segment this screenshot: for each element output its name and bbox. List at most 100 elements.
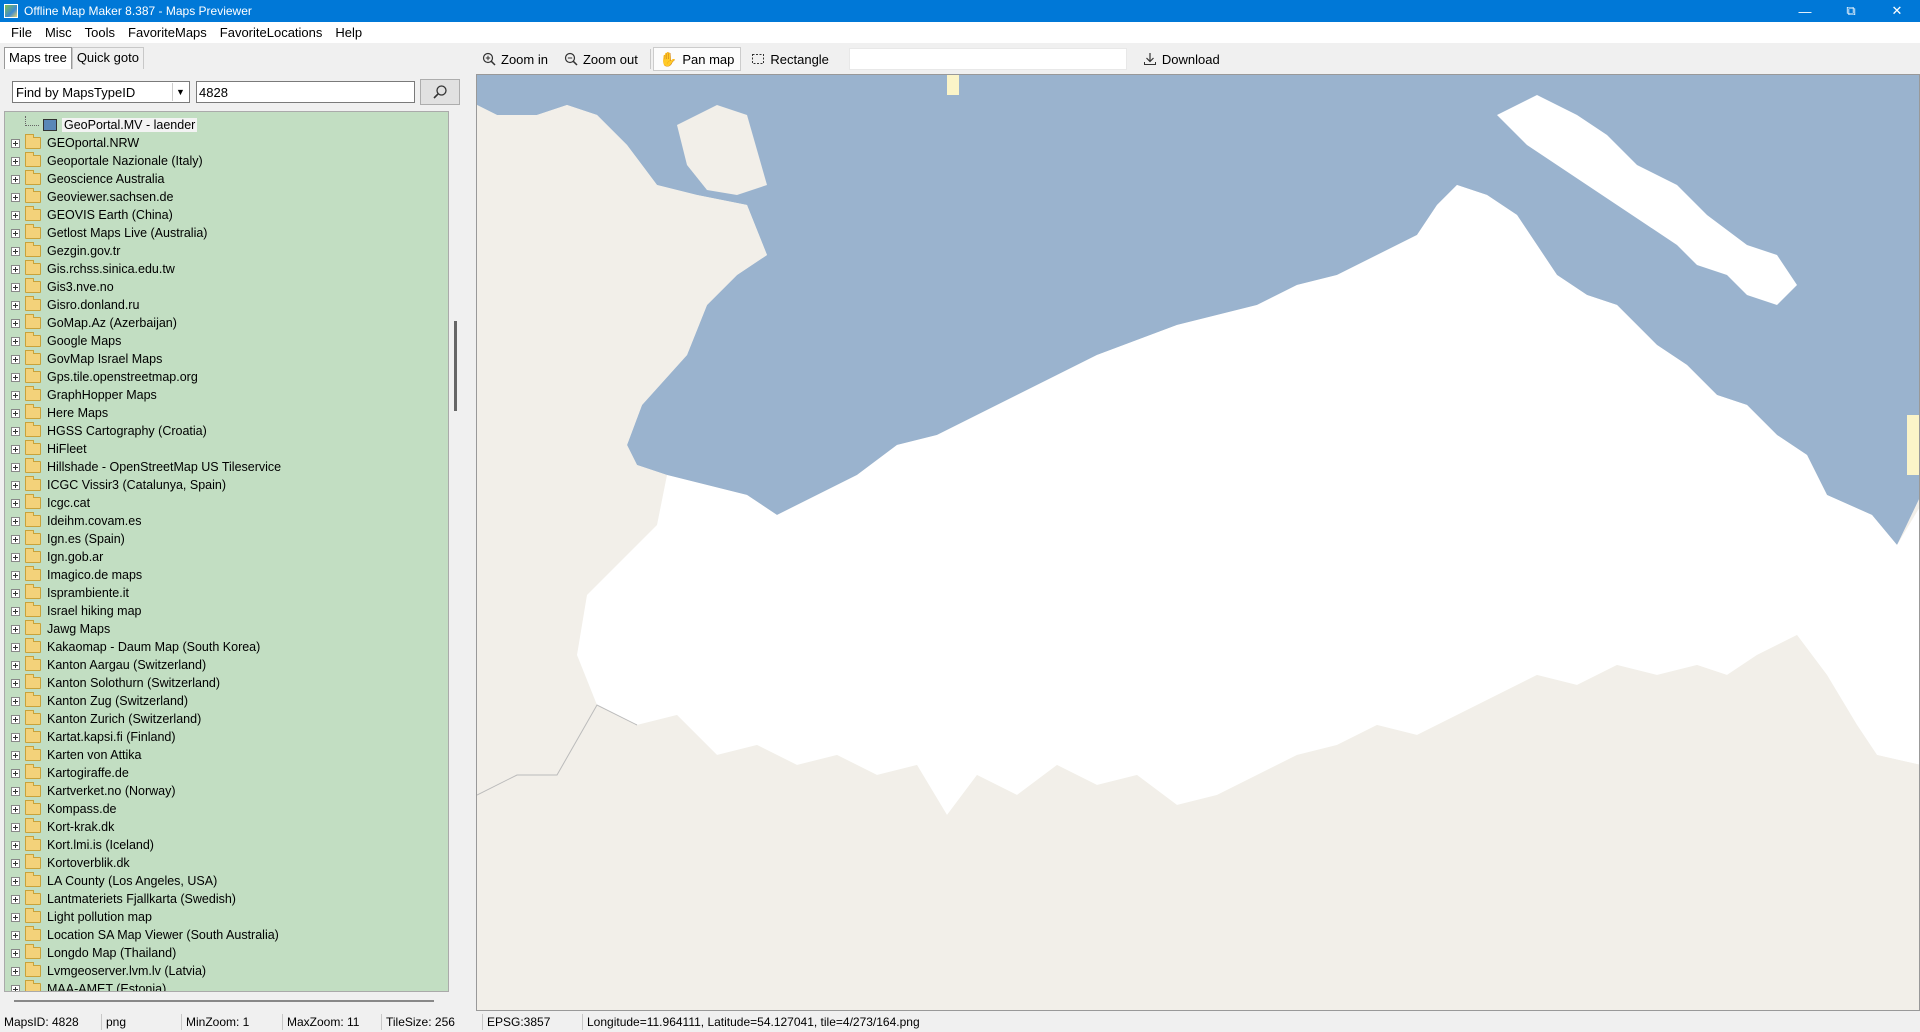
expand-icon[interactable] [11, 894, 20, 904]
expand-icon[interactable] [11, 552, 20, 562]
tree-item[interactable]: Kort.lmi.is (Iceland) [5, 836, 154, 854]
tree-item[interactable]: Geoscience Australia [5, 170, 164, 188]
tree-item[interactable]: Ign.gob.ar [5, 548, 103, 566]
zoom-in-button[interactable]: Zoom in [476, 47, 554, 71]
expand-icon[interactable] [11, 948, 20, 958]
tree-item[interactable]: Google Maps [5, 332, 121, 350]
expand-icon[interactable] [11, 624, 20, 634]
expand-icon[interactable] [11, 318, 20, 328]
tree-item[interactable]: MAA-AMET (Estonia) [5, 980, 166, 991]
expand-icon[interactable] [11, 498, 20, 508]
rectangle-button[interactable]: Rectangle [745, 47, 835, 71]
tree-item[interactable]: Isprambiente.it [5, 584, 129, 602]
tree-item[interactable]: Kanton Zurich (Switzerland) [5, 710, 201, 728]
tree-item[interactable]: Kanton Solothurn (Switzerland) [5, 674, 220, 692]
expand-icon[interactable] [11, 408, 20, 418]
tree-item[interactable]: Gps.tile.openstreetmap.org [5, 368, 198, 386]
expand-icon[interactable] [11, 300, 20, 310]
expand-icon[interactable] [11, 822, 20, 832]
tree-item[interactable]: GoMap.Az (Azerbaijan) [5, 314, 177, 332]
menu-favorite-locations[interactable]: FavoriteLocations [215, 25, 328, 40]
tree-item[interactable]: Lantmateriets Fjallkarta (Swedish) [5, 890, 236, 908]
expand-icon[interactable] [11, 732, 20, 742]
expand-icon[interactable] [11, 930, 20, 940]
pan-map-button[interactable]: ✋ Pan map [652, 47, 742, 71]
tree-item[interactable]: Gisro.donland.ru [5, 296, 139, 314]
tree-item[interactable]: Gis.rchss.sinica.edu.tw [5, 260, 175, 278]
zoom-out-button[interactable]: Zoom out [558, 47, 644, 71]
expand-icon[interactable] [11, 570, 20, 580]
map-canvas[interactable] [477, 75, 1920, 1011]
tree-item[interactable]: Getlost Maps Live (Australia) [5, 224, 207, 242]
tab-maps-tree[interactable]: Maps tree [4, 47, 72, 69]
close-button[interactable]: ✕ [1874, 0, 1920, 22]
expand-icon[interactable] [11, 642, 20, 652]
tree-selected-node[interactable]: GeoPortal.MV - laender [25, 116, 198, 134]
chevron-down-icon[interactable]: ▼ [172, 83, 188, 101]
expand-icon[interactable] [11, 912, 20, 922]
expand-icon[interactable] [11, 840, 20, 850]
expand-icon[interactable] [11, 534, 20, 544]
expand-icon[interactable] [11, 354, 20, 364]
expand-icon[interactable] [11, 156, 20, 166]
tree-item[interactable]: Gezgin.gov.tr [5, 242, 120, 260]
expand-icon[interactable] [11, 858, 20, 868]
tree-item[interactable]: Jawg Maps [5, 620, 110, 638]
tree-item[interactable]: Location SA Map Viewer (South Australia) [5, 926, 279, 944]
tree-item[interactable]: Imagico.de maps [5, 566, 142, 584]
scrollbar-thumb[interactable] [454, 321, 457, 411]
tree-item[interactable]: Kortoverblik.dk [5, 854, 130, 872]
menu-favorite-maps[interactable]: FavoriteMaps [123, 25, 212, 40]
expand-icon[interactable] [11, 876, 20, 886]
tree-item[interactable]: Geoviewer.sachsen.de [5, 188, 173, 206]
expand-icon[interactable] [11, 984, 20, 991]
minimize-button[interactable]: — [1782, 0, 1828, 22]
expand-icon[interactable] [11, 462, 20, 472]
expand-icon[interactable] [11, 228, 20, 238]
tree-item[interactable]: HiFleet [5, 440, 87, 458]
expand-icon[interactable] [11, 426, 20, 436]
menu-misc[interactable]: Misc [40, 25, 77, 40]
tree-item[interactable]: GEOportal.NRW [5, 134, 139, 152]
scrollbar-thumb[interactable] [14, 1000, 434, 1002]
tree-item[interactable]: Israel hiking map [5, 602, 142, 620]
download-button[interactable]: Download [1137, 47, 1226, 71]
menu-tools[interactable]: Tools [80, 25, 120, 40]
tree-item[interactable]: ICGC Vissir3 (Catalunya, Spain) [5, 476, 226, 494]
expand-icon[interactable] [11, 588, 20, 598]
tree-item[interactable]: Kakaomap - Daum Map (South Korea) [5, 638, 260, 656]
tree-item[interactable]: GraphHopper Maps [5, 386, 157, 404]
expand-icon[interactable] [11, 516, 20, 526]
expand-icon[interactable] [11, 768, 20, 778]
expand-icon[interactable] [11, 264, 20, 274]
tree-item[interactable]: Geoportale Nazionale (Italy) [5, 152, 203, 170]
find-mode-select[interactable]: Find by MapsTypeID ▼ [12, 81, 190, 103]
tree-horizontal-scrollbar[interactable] [4, 994, 464, 1008]
search-input[interactable] [196, 81, 415, 103]
tree-item[interactable]: Ideihm.covam.es [5, 512, 141, 530]
expand-icon[interactable] [11, 192, 20, 202]
maps-tree[interactable]: GeoPortal.MV - laender GEOportal.NRW Geop… [4, 111, 449, 992]
tree-item[interactable]: Karten von Attika [5, 746, 142, 764]
expand-icon[interactable] [11, 660, 20, 670]
expand-icon[interactable] [11, 282, 20, 292]
expand-icon[interactable] [11, 804, 20, 814]
tree-item[interactable]: Ign.es (Spain) [5, 530, 125, 548]
tree-item[interactable]: Longdo Map (Thailand) [5, 944, 176, 962]
tree-item[interactable]: Light pollution map [5, 908, 152, 926]
tree-item[interactable]: Kartat.kapsi.fi (Finland) [5, 728, 176, 746]
map-view[interactable] [476, 74, 1920, 1011]
expand-icon[interactable] [11, 696, 20, 706]
tree-vertical-scrollbar[interactable] [449, 111, 463, 992]
tree-item[interactable]: HGSS Cartography (Croatia) [5, 422, 207, 440]
expand-icon[interactable] [11, 444, 20, 454]
menu-help[interactable]: Help [330, 25, 367, 40]
tree-item[interactable]: Kartverket.no (Norway) [5, 782, 176, 800]
expand-icon[interactable] [11, 390, 20, 400]
search-button[interactable] [420, 79, 460, 105]
expand-icon[interactable] [11, 480, 20, 490]
menu-file[interactable]: File [6, 25, 37, 40]
tree-item[interactable]: Kompass.de [5, 800, 116, 818]
tree-item[interactable]: Lvmgeoserver.lvm.lv (Latvia) [5, 962, 206, 980]
expand-icon[interactable] [11, 750, 20, 760]
